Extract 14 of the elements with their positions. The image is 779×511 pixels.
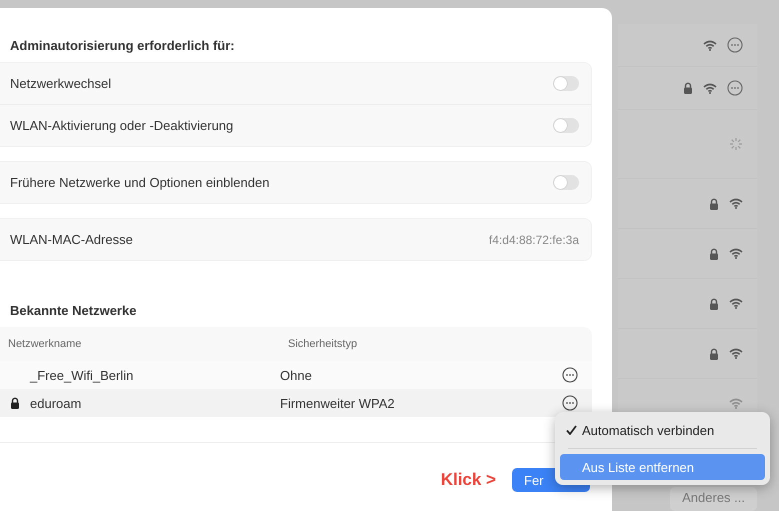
setting-label: Netzwerkwechsel (10, 76, 112, 91)
column-header: Sicherheitstyp (287, 338, 358, 350)
setting-label: Frühere Netzwerke und Optionen einblenden (10, 175, 270, 190)
annotation-text: Klick > (440, 470, 496, 490)
section-title: Adminautorisierung erforderlich für: (9, 38, 236, 53)
column-header: Netzwerkname (7, 338, 82, 350)
section-title: Bekannte Netzwerke (9, 303, 138, 318)
setting-label: WLAN-Aktivierung oder -Deaktivierung (10, 118, 234, 133)
security-type: Ohne (280, 368, 313, 382)
security-type: Firmenweiter WPA2 (280, 396, 396, 410)
network-name: eduroam (30, 396, 82, 410)
setting-label: WLAN-MAC-Adresse (10, 232, 133, 247)
mac-address: f4:d4:88:72:fe:3a (488, 232, 579, 246)
network-name: _Free_Wifi_Berlin (30, 368, 134, 382)
